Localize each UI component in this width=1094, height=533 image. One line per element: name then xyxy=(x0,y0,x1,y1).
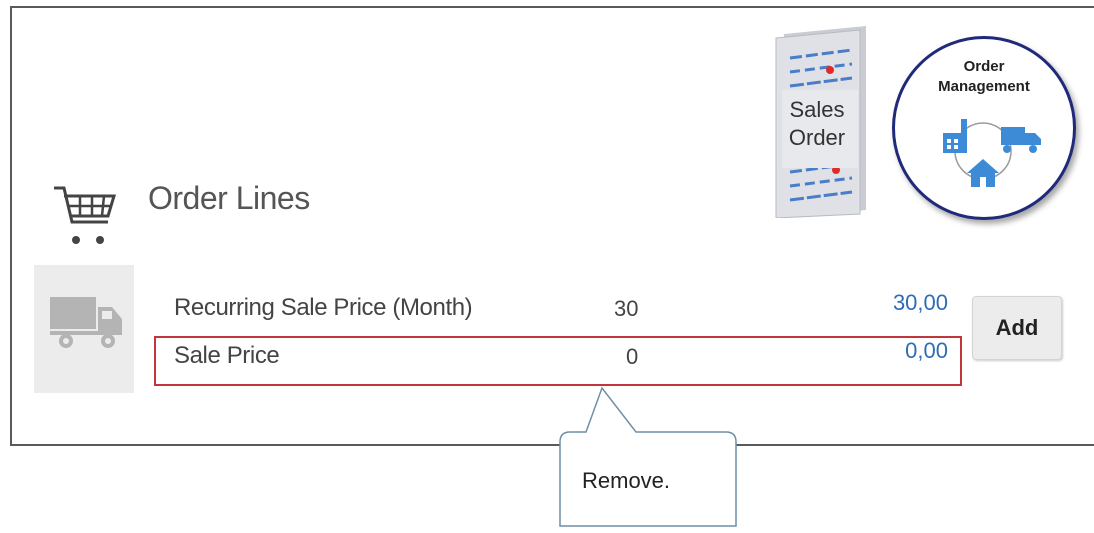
line-label-recurring-sale-price: Recurring Sale Price (Month) xyxy=(174,294,473,321)
order-management-label: Order Management xyxy=(895,57,1073,97)
sale-price-highlight xyxy=(154,336,962,386)
remove-callout xyxy=(556,386,740,533)
truck-icon xyxy=(1001,127,1041,153)
supply-chain-icon xyxy=(935,109,1045,204)
add-button[interactable]: Add xyxy=(972,296,1062,360)
truck-icon xyxy=(50,297,122,348)
shipping-panel xyxy=(34,265,134,393)
line-amount-recurring: 30,00 xyxy=(892,290,948,315)
page-title: Order Lines xyxy=(148,180,310,216)
sales-order-label-line2: Order xyxy=(788,125,846,150)
sales-order-label: Sales Order xyxy=(788,96,846,152)
factory-icon xyxy=(943,119,967,153)
shopping-cart-icon xyxy=(50,182,120,257)
house-icon xyxy=(967,159,999,187)
sales-order-label-line1: Sales xyxy=(789,97,845,122)
callout-text: Remove. xyxy=(582,468,671,493)
order-management-label-line2: Management xyxy=(938,78,1030,95)
order-management-label-line1: Order xyxy=(963,58,1005,75)
line-quantity-recurring: 30 xyxy=(614,296,639,321)
order-management-badge: Order Management xyxy=(892,36,1076,220)
